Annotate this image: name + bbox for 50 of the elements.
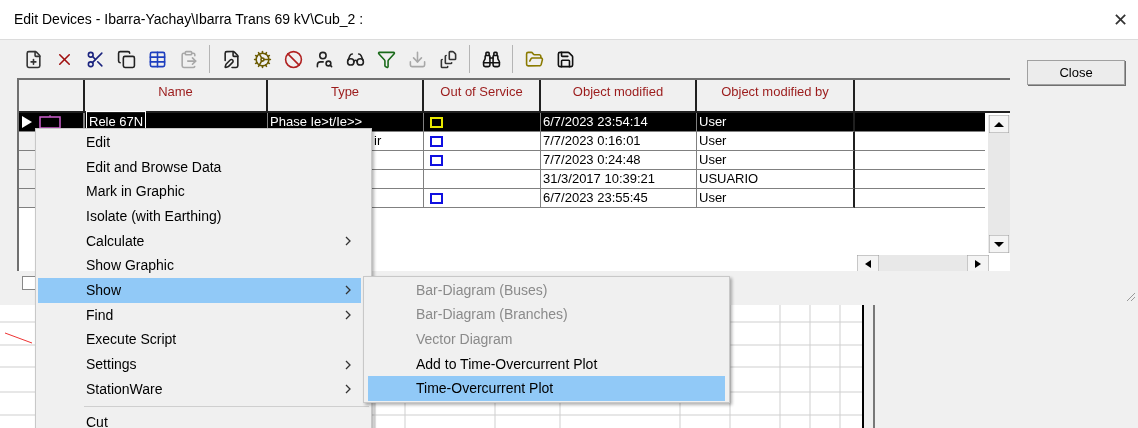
menu-item[interactable]: StationWare	[38, 376, 361, 402]
table-cell-text: 7/7/2023 0:16:01	[543, 132, 641, 151]
menu-item[interactable]: Settings	[38, 352, 361, 377]
column-header[interactable]: Object modified	[541, 80, 697, 111]
scroll-down-icon[interactable]	[989, 235, 1009, 253]
menu-item[interactable]: Execute Script	[38, 327, 361, 353]
table-cell-text: 6/7/2023 23:54:14	[543, 113, 648, 132]
gear-icon[interactable]	[251, 48, 273, 70]
table-cell-text: 31/3/2017 10:39:21	[543, 170, 656, 189]
table-cell-text: User	[699, 113, 727, 132]
menu-item[interactable]: Show Graphic	[38, 253, 361, 279]
table-cell-text: Phase Ie>t/Ie>>	[270, 113, 363, 132]
table-cell-text: User	[699, 132, 727, 151]
table-cell-text: ir	[374, 132, 382, 151]
row-pointer-icon	[21, 116, 33, 128]
column-header[interactable]: Object modified by	[697, 80, 855, 111]
window-title: Edit Devices - Ibarra-Yachay\Ibarra Trans 69 kV\Cub_2 :	[14, 10, 364, 29]
column-header[interactable]: Out of Service	[424, 80, 541, 111]
column-header[interactable]: Name	[85, 80, 268, 111]
scroll-up-icon[interactable]	[989, 115, 1009, 133]
menu-item[interactable]: Show	[38, 278, 361, 303]
menu-item[interactable]: Edit and Browse Data	[38, 154, 361, 180]
copy-icon[interactable]	[115, 48, 137, 70]
menu-item[interactable]: Time-Overcurrent Plot	[368, 376, 725, 401]
table-cell-text: User	[699, 189, 727, 208]
checkbox[interactable]	[430, 135, 443, 147]
menu-item[interactable]: Edit	[38, 130, 361, 155]
checkbox[interactable]	[430, 154, 443, 166]
checkbox[interactable]	[22, 276, 36, 290]
table-cell-text: 7/7/2023 0:24:48	[543, 151, 641, 170]
vertical-scrollbar[interactable]	[988, 115, 1010, 253]
scroll-right-icon[interactable]	[967, 255, 989, 271]
scroll-left-icon[interactable]	[857, 255, 879, 271]
menu-item[interactable]: Isolate (with Earthing)	[38, 204, 361, 229]
horizontal-scrollbar[interactable]	[857, 255, 989, 271]
table-cell-text: USUARIO	[699, 170, 759, 189]
checkbox[interactable]	[430, 192, 443, 204]
relay-icon	[39, 115, 61, 129]
table-cell-text: 6/7/2023 23:55:45	[543, 189, 648, 208]
menu-item[interactable]: Add to Time-Overcurrent Plot	[368, 351, 725, 377]
menu-item[interactable]: Mark in Graphic	[38, 179, 361, 205]
table-cell: Rele 67N	[87, 112, 146, 132]
column-header[interactable]: Type	[268, 80, 424, 111]
menu-item[interactable]: Find	[38, 302, 361, 328]
menu-item[interactable]: Cut	[38, 410, 361, 428]
prohibited-icon[interactable]	[282, 48, 304, 70]
resize-grip-icon[interactable]	[1126, 292, 1136, 302]
table-cell-text: User	[699, 151, 727, 170]
menu-item[interactable]: Calculate	[38, 228, 361, 254]
close-button[interactable]: Close	[1027, 60, 1125, 86]
